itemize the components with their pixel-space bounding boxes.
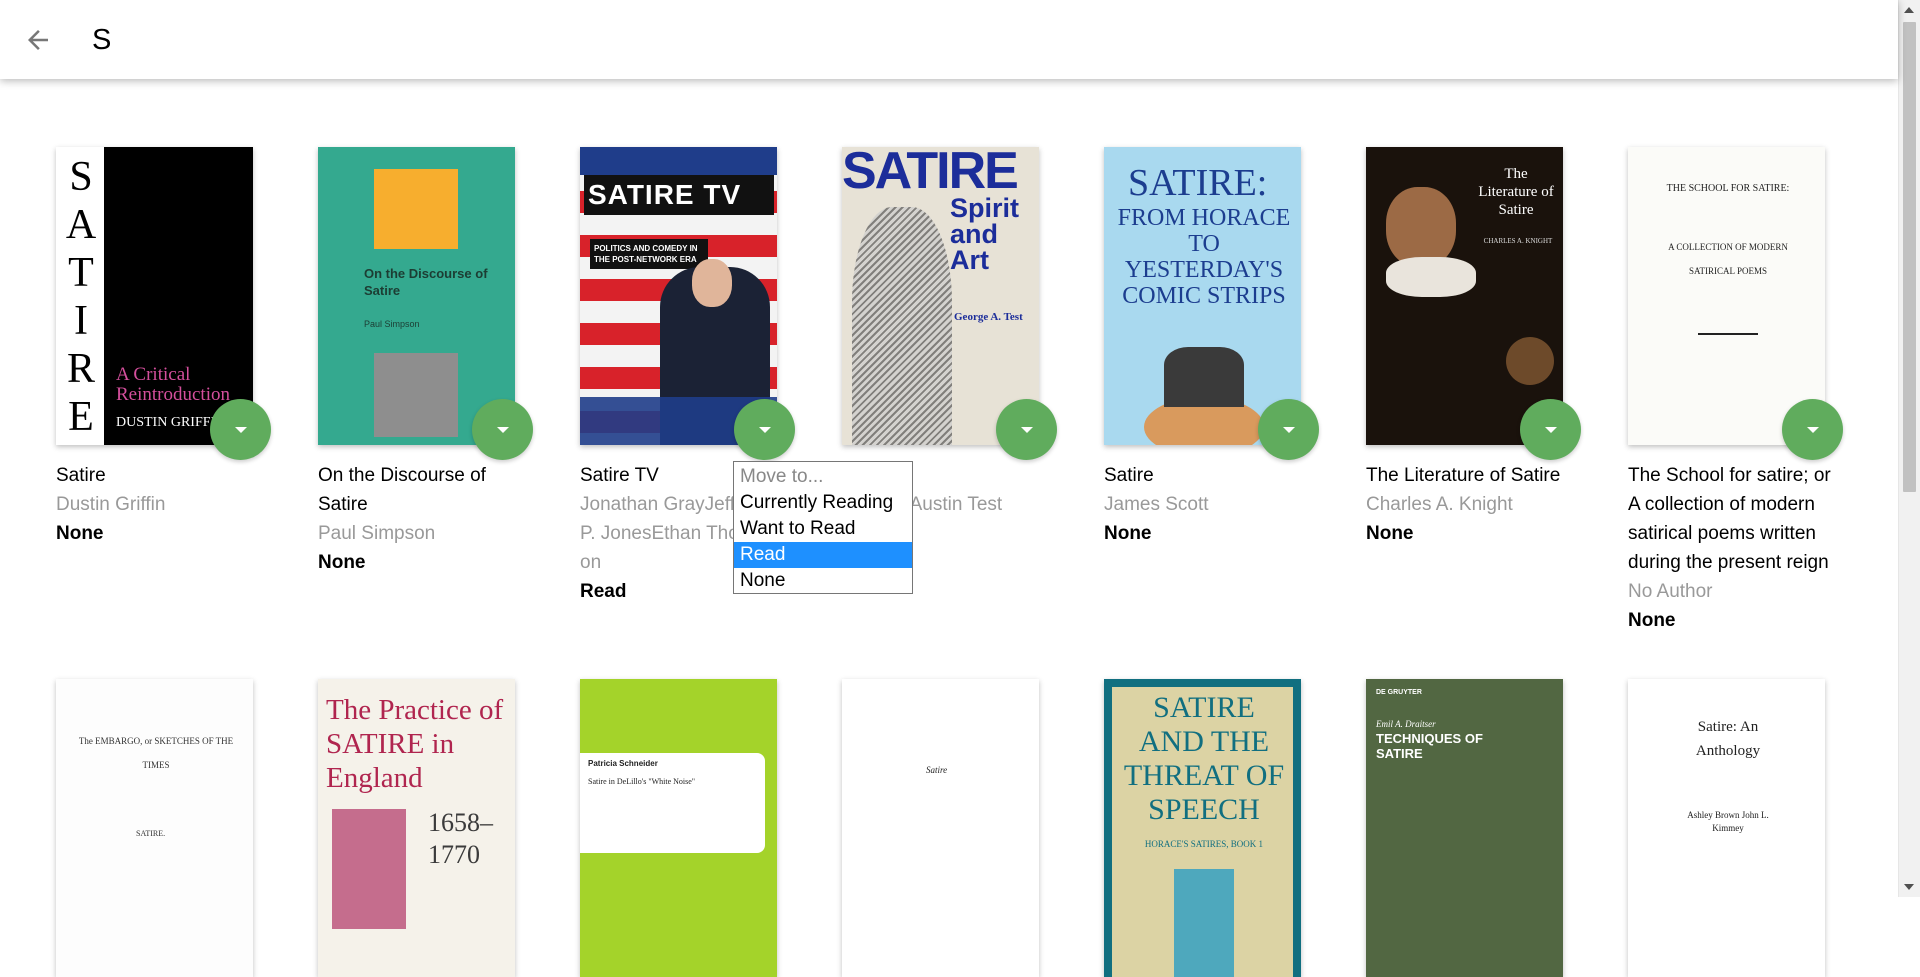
book-card: Satire: An Anthology Ashley Brown John L… [1628,679,1838,977]
book-title: The School for satire; or A collection o… [1628,465,1831,573]
shelf-changer-button[interactable] [734,399,795,460]
book-shelf-status: None [1366,523,1414,544]
book-cover[interactable]: The Literature of Satire CHARLES A. KNIG… [1366,147,1563,445]
book-authors: Paul Simpson [318,523,436,544]
menu-item-none[interactable]: None [734,568,912,594]
book-card: SATIRE: FROM HORACE TO YESTERDAY'S COMIC… [1104,147,1319,548]
scroll-down-icon[interactable] [1904,884,1914,890]
book-cover[interactable]: The Practice of SATIRE in England 1658–1… [318,679,515,977]
book-authors: No Author [1628,581,1713,602]
caret-down-icon [1020,426,1033,433]
book-authors: James Scott [1104,494,1209,515]
search-bar [0,0,1898,79]
book-cover[interactable]: SATIRE AND THE THREAT OF SPEECH HORACE'S… [1104,679,1301,977]
book-cover[interactable]: SATIRE: FROM HORACE TO YESTERDAY'S COMIC… [1104,147,1301,445]
book-card: Satire [842,679,1052,977]
book-cover[interactable]: The EMBARGO, or SKETCHES OF THE TIMES SA… [56,679,253,977]
book-card: Patricia Schneider Satire in DeLillo's "… [580,679,790,977]
book-cover[interactable]: SATIRE Spirit and Art George A. Test [842,147,1039,445]
book-authors: Charles A. Knight [1366,494,1513,515]
book-title: The Literature of Satire [1366,465,1561,486]
shelf-changer-button[interactable] [1782,399,1843,460]
caret-down-icon [496,426,509,433]
book-card: S A T I R E A Critical Reintroduction DU… [56,147,271,548]
menu-item-move-to: Move to... [740,466,824,487]
caret-down-icon [758,426,771,433]
caret-down-icon [1806,426,1819,433]
book-shelf-status: None [1628,610,1676,631]
book-card: The Practice of SATIRE in England 1658–1… [318,679,528,977]
book-card: THE SCHOOL FOR SATIRE: A COLLECTION OF M… [1628,147,1843,635]
book-card: The EMBARGO, or SKETCHES OF THE TIMES SA… [56,679,266,977]
book-cover[interactable]: On the Discourse of Satire Paul Simpson [318,147,515,445]
shelf-changer-button[interactable] [1520,399,1581,460]
scroll-thumb[interactable] [1903,22,1916,492]
book-card: DE GRUYTER Emil A. Draitser TECHNIQUES O… [1366,679,1576,977]
scrollbar[interactable] [1898,0,1920,897]
shelf-changer-button[interactable] [210,399,271,460]
shelf-changer-menu[interactable]: Move to... Currently Reading Want to Rea… [733,461,913,594]
book-card: The Literature of Satire CHARLES A. KNIG… [1366,147,1581,548]
book-cover[interactable]: DE GRUYTER Emil A. Draitser TECHNIQUES O… [1366,679,1563,977]
book-card: SATIRE AND THE THREAT OF SPEECH HORACE'S… [1104,679,1314,977]
menu-item-read[interactable]: Read [734,542,912,568]
menu-item-want-to-read[interactable]: Want to Read [734,516,912,542]
shelf-changer-button[interactable] [1258,399,1319,460]
book-title: Satire [1104,465,1154,486]
book-card: On the Discourse of Satire Paul Simpson … [318,147,533,577]
caret-down-icon [234,426,247,433]
book-cover[interactable]: Satire [842,679,1039,977]
book-cover[interactable]: S A T I R E A Critical Reintroduction DU… [56,147,253,445]
book-cover[interactable]: Satire: An Anthology Ashley Brown John L… [1628,679,1825,977]
caret-down-icon [1544,426,1557,433]
search-input[interactable] [90,18,1794,62]
book-shelf-status: None [318,552,366,573]
shelf-changer-button[interactable] [472,399,533,460]
book-title: Satire [56,465,106,486]
book-cover[interactable]: THE SCHOOL FOR SATIRE: A COLLECTION OF M… [1628,147,1825,445]
shelf-changer-button[interactable] [996,399,1057,460]
book-authors: Dustin Griffin [56,494,166,515]
scroll-up-icon[interactable] [1904,7,1914,13]
book-shelf-status: None [56,523,104,544]
menu-item-currently-reading[interactable]: Currently Reading [734,490,912,516]
caret-down-icon [1282,426,1295,433]
book-shelf-status: None [1104,523,1152,544]
book-title: On the Discourse of Satire [318,465,486,515]
book-cover[interactable]: SATIRE TV POLITICS AND COMEDY IN THE POS… [580,147,777,445]
back-arrow-icon[interactable] [14,16,62,64]
book-cover[interactable]: Patricia Schneider Satire in DeLillo's "… [580,679,777,977]
